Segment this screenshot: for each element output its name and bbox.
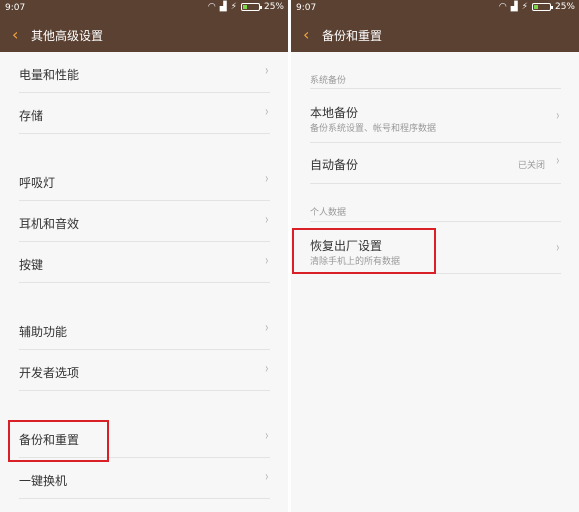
menu-item-battery-performance[interactable]: 电量和性能 ›	[0, 53, 288, 93]
page-title: 其他高级设置	[31, 29, 104, 43]
chevron-right-icon: ›	[265, 361, 269, 377]
chevron-right-icon: ›	[265, 253, 269, 269]
auto-backup-item[interactable]: 自动备份 已关闭 ›	[291, 144, 579, 184]
auto-backup-status: 已关闭	[517, 161, 545, 171]
chevron-right-icon: ›	[265, 428, 269, 444]
local-backup-label: 本地备份	[310, 106, 359, 120]
menu-item-headphones-audio[interactable]: 耳机和音效 ›	[0, 202, 288, 242]
status-bar: 9:07 ◠ ▟ ⚡ 25%	[0, 0, 288, 17]
menu-item-storage[interactable]: 存储 ›	[0, 94, 288, 134]
menu-item-label: 存储	[19, 109, 44, 123]
battery-icon	[531, 3, 553, 11]
menu-item-label: 按键	[19, 258, 44, 272]
battery-icon	[240, 3, 262, 11]
menu-item-accessibility[interactable]: 辅助功能 ›	[0, 310, 288, 350]
title-bar: ‹ 备份和重置	[291, 17, 579, 52]
title-bar: ‹ 其他高级设置	[0, 17, 288, 52]
charging-icon: ⚡	[230, 2, 237, 12]
charging-icon: ⚡	[521, 2, 528, 12]
menu-item-label: 开发者选项	[19, 366, 80, 380]
menu-item-developer-options[interactable]: 开发者选项 ›	[0, 351, 288, 391]
chevron-right-icon: ›	[265, 63, 269, 79]
local-backup-item[interactable]: 本地备份 备份系统设置、帐号和程序数据 ›	[291, 94, 579, 143]
status-bar: 9:07 ◠ ▟ ⚡ 25%	[291, 0, 579, 17]
chevron-right-icon: ›	[265, 469, 269, 485]
chevron-right-icon: ›	[265, 212, 269, 228]
chevron-right-icon: ›	[265, 320, 269, 336]
left-screen: 9:07 ◠ ▟ ⚡ 25% ‹ 其他高级设置 电量和性能 › 存储 › 呼吸灯…	[0, 0, 288, 512]
status-time: 9:07	[5, 3, 26, 13]
auto-backup-label: 自动备份	[310, 158, 359, 172]
chevron-right-icon: ›	[265, 104, 269, 120]
chevron-right-icon: ›	[556, 240, 560, 256]
menu-item-label: 辅助功能	[19, 325, 68, 339]
highlight-box	[292, 228, 436, 274]
wifi-icon: ◠	[498, 2, 507, 12]
wifi-icon: ◠	[207, 2, 216, 12]
menu-item-buttons[interactable]: 按键 ›	[0, 243, 288, 283]
back-arrow-icon[interactable]: ‹	[12, 25, 18, 44]
back-arrow-icon[interactable]: ‹	[303, 25, 309, 44]
page-title: 备份和重置	[322, 29, 383, 43]
battery-percent: 25%	[554, 2, 575, 12]
signal-icon: ▟	[510, 2, 518, 12]
status-time: 9:07	[296, 3, 317, 13]
signal-icon: ▟	[219, 2, 227, 12]
chevron-right-icon: ›	[265, 171, 269, 187]
menu-item-label: 电量和性能	[19, 68, 80, 82]
chevron-right-icon: ›	[556, 108, 560, 124]
menu-item-label: 一键换机	[19, 474, 68, 488]
section-header-personal-data: 个人数据	[310, 208, 347, 218]
menu-item-label: 耳机和音效	[19, 217, 80, 231]
menu-item-label: 呼吸灯	[19, 176, 56, 190]
highlight-box	[8, 420, 109, 462]
right-screen: 9:07 ◠ ▟ ⚡ 25% ‹ 备份和重置 系统备份 本地备份 备份系统设置、…	[291, 0, 579, 512]
menu-item-phone-migration[interactable]: 一键换机 ›	[0, 459, 288, 499]
menu-item-breathing-light[interactable]: 呼吸灯 ›	[0, 161, 288, 201]
chevron-right-icon: ›	[556, 153, 560, 169]
battery-percent: 25%	[263, 2, 284, 12]
local-backup-subtitle: 备份系统设置、帐号和程序数据	[310, 124, 437, 134]
section-header-system-backup: 系统备份	[310, 76, 347, 86]
